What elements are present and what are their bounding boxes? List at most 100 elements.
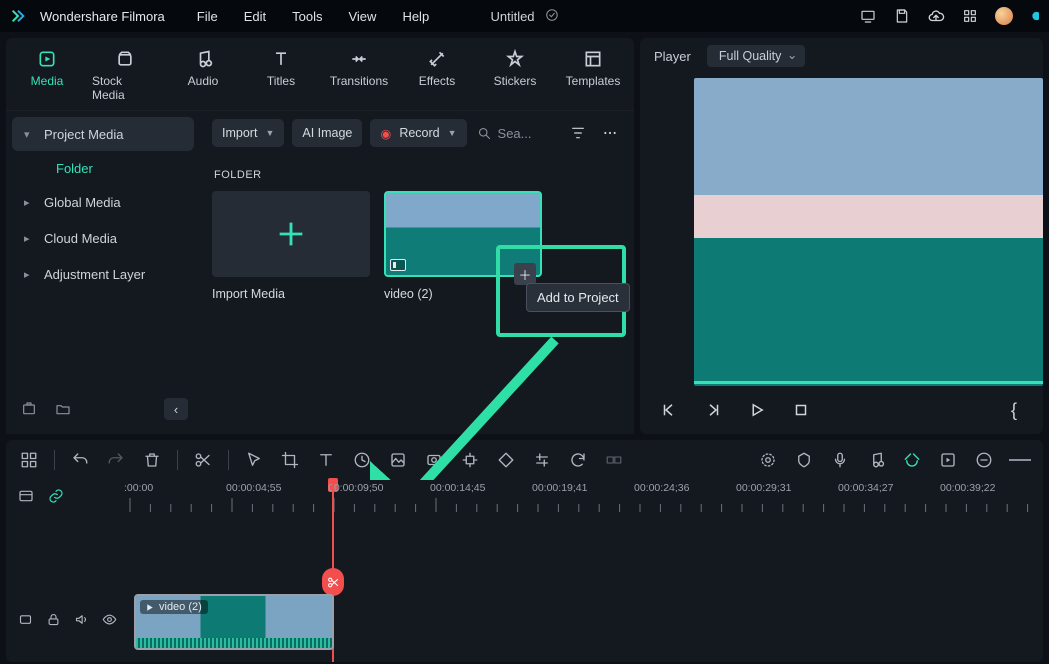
- track-lock-icon[interactable]: [44, 610, 62, 628]
- snapshot-button[interactable]: {: [1003, 399, 1025, 421]
- tracks-body[interactable]: video (2): [126, 514, 1043, 662]
- media-tree: ▾ Project Media Folder ▸ Global Media ▸ …: [6, 111, 200, 434]
- menu-file[interactable]: File: [197, 9, 218, 24]
- layout-icon[interactable]: [18, 449, 40, 471]
- track-type-icon[interactable]: [16, 610, 34, 628]
- tree-project-media[interactable]: ▾ Project Media: [12, 117, 194, 151]
- zoom-slider[interactable]: [1009, 459, 1031, 461]
- redo-button[interactable]: [105, 449, 127, 471]
- keyframe-tool-icon[interactable]: [459, 449, 481, 471]
- collapse-sidebar-button[interactable]: ‹: [164, 398, 188, 420]
- refresh-icon[interactable]: [567, 449, 589, 471]
- chevron-right-icon: ▸: [24, 232, 34, 245]
- tab-titles[interactable]: Titles: [248, 44, 314, 110]
- chevron-right-icon: ▸: [24, 196, 34, 209]
- track-visibility-icon[interactable]: [100, 610, 118, 628]
- apps-grid-icon[interactable]: [961, 7, 979, 25]
- voiceover-icon[interactable]: [829, 449, 851, 471]
- timeline-clip[interactable]: video (2): [134, 594, 334, 650]
- play-button[interactable]: [746, 399, 768, 421]
- menu-help[interactable]: Help: [402, 9, 429, 24]
- chroma-key-icon[interactable]: [495, 449, 517, 471]
- prev-frame-button[interactable]: [658, 399, 680, 421]
- preview-panel: Player Full Quality {: [640, 38, 1043, 434]
- project-title: Untitled: [490, 9, 534, 24]
- delete-button[interactable]: [141, 449, 163, 471]
- record-button[interactable]: ◉Record▼: [370, 119, 466, 147]
- preview-tab-player[interactable]: Player: [654, 49, 691, 64]
- project-title-wrap: Untitled: [490, 8, 558, 25]
- filmstrip-icon: [390, 259, 406, 271]
- scissors-marker-icon[interactable]: [322, 568, 344, 596]
- undo-button[interactable]: [69, 449, 91, 471]
- timeline-ruler[interactable]: :00:0000:00:04;5500:00:09;5000:00:14;450…: [126, 480, 1043, 514]
- render-icon[interactable]: [937, 449, 959, 471]
- user-avatar[interactable]: [995, 7, 1013, 25]
- tree-cloud-media[interactable]: ▸ Cloud Media: [12, 221, 194, 255]
- split-tool-icon[interactable]: [192, 449, 214, 471]
- grid-toolbar: Import▼ AI Image ◉Record▼ Sea...: [212, 119, 622, 147]
- text-tool-icon[interactable]: [315, 449, 337, 471]
- tree-adjustment-layer[interactable]: ▸ Adjustment Layer: [12, 257, 194, 291]
- stock-media-icon: [114, 48, 136, 70]
- tab-stickers[interactable]: Stickers: [482, 44, 548, 110]
- track-mute-icon[interactable]: [72, 610, 90, 628]
- adjust-icon[interactable]: [531, 449, 553, 471]
- ruler-label: 00:00:14;45: [430, 482, 485, 494]
- more-icon[interactable]: [598, 121, 622, 145]
- preview-progress-bar[interactable]: [694, 381, 1043, 384]
- new-folder-icon[interactable]: [52, 398, 74, 420]
- mix-icon[interactable]: [757, 449, 779, 471]
- templates-icon: [582, 48, 604, 70]
- search-input[interactable]: Sea...: [477, 126, 532, 141]
- speed-tool-icon[interactable]: [351, 449, 373, 471]
- half-pill-icon[interactable]: [1029, 7, 1039, 25]
- tree-footer: ‹: [12, 390, 194, 428]
- mask-tool-icon[interactable]: [423, 449, 445, 471]
- tab-effects[interactable]: Effects: [404, 44, 470, 110]
- ruler-label: 00:00:24;36: [634, 482, 689, 494]
- timeline-ruler-row: :00:0000:00:04;5500:00:09;5000:00:14;450…: [6, 480, 1043, 514]
- ruler-label: 00:00:29;31: [736, 482, 791, 494]
- menu-view[interactable]: View: [348, 9, 376, 24]
- save-icon[interactable]: [893, 7, 911, 25]
- track-options-icon[interactable]: [18, 488, 34, 507]
- import-media-card[interactable]: Import Media: [212, 191, 370, 301]
- tab-templates[interactable]: Templates: [560, 44, 626, 110]
- zoom-out-button[interactable]: [973, 449, 995, 471]
- quality-dropdown[interactable]: Full Quality: [707, 45, 806, 67]
- effects-icon: [426, 48, 448, 70]
- tree-global-media[interactable]: ▸ Global Media: [12, 185, 194, 219]
- audio-mixer-icon[interactable]: [865, 449, 887, 471]
- tab-audio[interactable]: Audio: [170, 44, 236, 110]
- ai-image-button[interactable]: AI Image: [292, 119, 362, 147]
- filter-icon[interactable]: [566, 121, 590, 145]
- link-icon[interactable]: [48, 488, 64, 507]
- preview-video[interactable]: [694, 78, 1043, 386]
- group-icon[interactable]: [603, 449, 625, 471]
- next-frame-button[interactable]: [702, 399, 724, 421]
- tooltip-add-to-project: Add to Project: [526, 283, 630, 312]
- tab-stock-media[interactable]: Stock Media: [92, 44, 158, 110]
- timeline-toolbar: [6, 440, 1043, 480]
- add-to-project-button[interactable]: ＋: [514, 263, 536, 285]
- menu-edit[interactable]: Edit: [244, 9, 266, 24]
- new-bin-icon[interactable]: [18, 398, 40, 420]
- cloud-upload-icon[interactable]: [927, 7, 945, 25]
- ruler-label: :00:00: [124, 482, 153, 494]
- import-button[interactable]: Import▼: [212, 119, 284, 147]
- stop-button[interactable]: [790, 399, 812, 421]
- crop-tool-icon[interactable]: [279, 449, 301, 471]
- menu-tools[interactable]: Tools: [292, 9, 322, 24]
- display-icon[interactable]: [859, 7, 877, 25]
- color-tool-icon[interactable]: [387, 449, 409, 471]
- ruler-label: 00:00:09;50: [328, 482, 383, 494]
- media-grid: Import▼ AI Image ◉Record▼ Sea... FOLDER: [200, 111, 634, 434]
- magnet-snap-icon[interactable]: [901, 449, 923, 471]
- tab-media[interactable]: Media: [14, 44, 80, 110]
- ruler-label: 00:00:39;22: [940, 482, 995, 494]
- tree-folder[interactable]: Folder: [12, 153, 194, 183]
- marker-icon[interactable]: [793, 449, 815, 471]
- pointer-tool-icon[interactable]: [243, 449, 265, 471]
- tab-transitions[interactable]: Transitions: [326, 44, 392, 110]
